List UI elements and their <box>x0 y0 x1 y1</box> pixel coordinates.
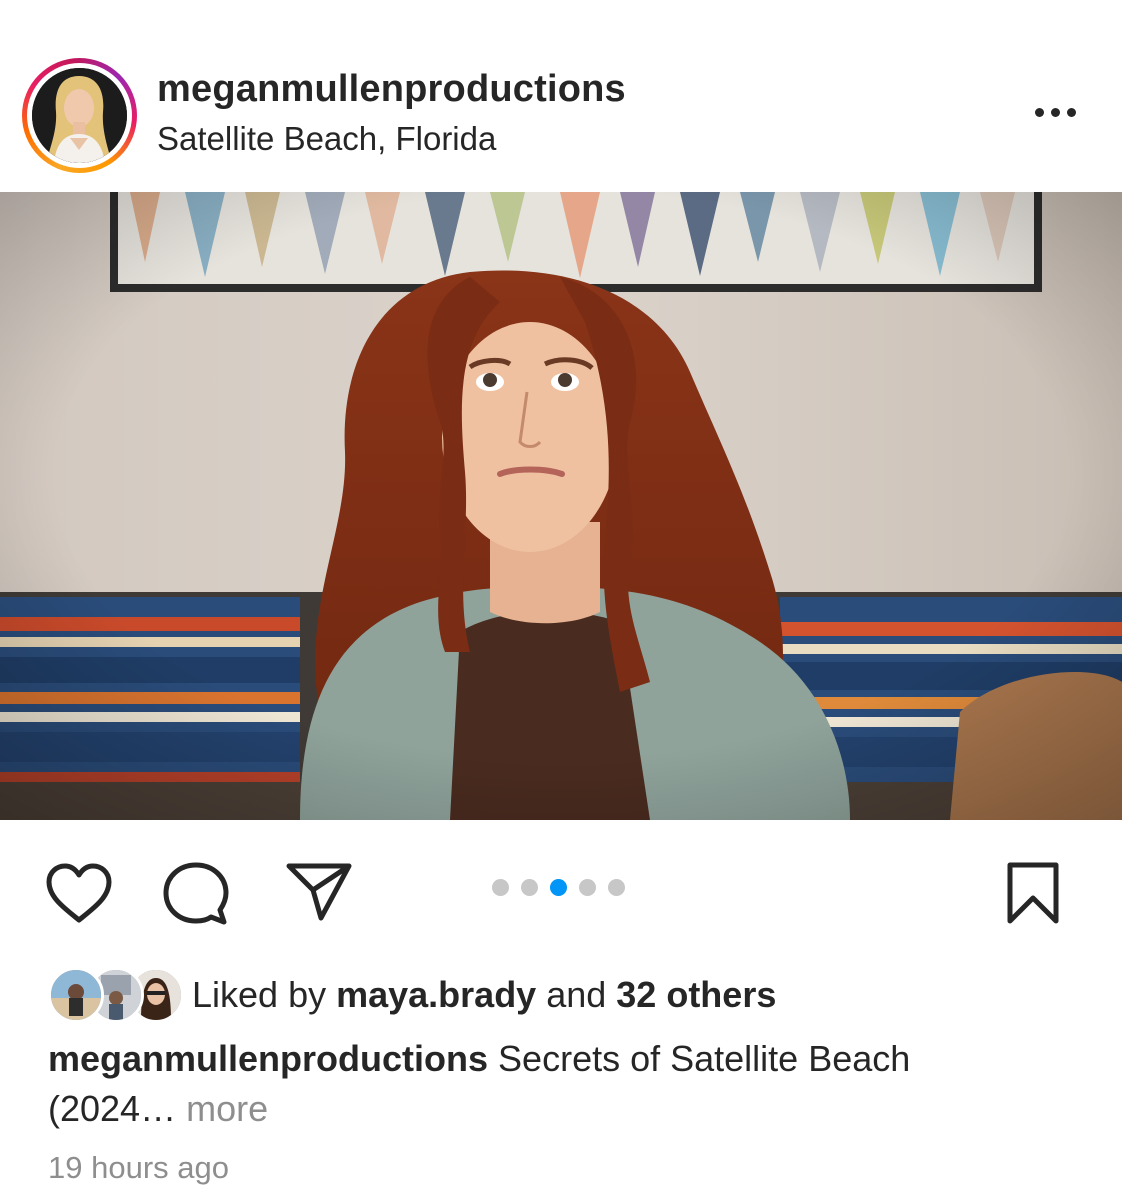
post-caption: meganmullenproductions Secrets of Satell… <box>48 1034 1088 1134</box>
carousel-dot <box>579 879 596 896</box>
story-avatar-ring[interactable] <box>22 58 137 173</box>
caption-more-link[interactable]: more <box>176 1088 268 1129</box>
post-timestamp: 19 hours ago <box>48 1150 229 1185</box>
carousel-dot <box>521 879 538 896</box>
caption-username[interactable]: meganmullenproductions <box>48 1038 488 1079</box>
avatar-image <box>32 68 127 163</box>
carousel-dot-active <box>550 879 567 896</box>
likes-count[interactable]: 32 others <box>616 974 776 1015</box>
post-photo <box>0 192 1122 820</box>
share-icon[interactable] <box>283 858 355 924</box>
likes-summary: Liked by maya.brady and 32 others <box>192 974 777 1015</box>
caption-text: Secrets of Satellite Beach <box>488 1038 911 1079</box>
carousel-dot <box>492 879 509 896</box>
caption-text-cont: (2024… <box>48 1088 177 1129</box>
liker-avatar <box>48 967 104 1023</box>
carousel-dot <box>608 879 625 896</box>
post-image[interactable] <box>0 192 1122 820</box>
more-icon <box>1034 107 1044 117</box>
heart-icon[interactable] <box>44 862 114 926</box>
post-header: meganmullenproductions Satellite Beach, … <box>0 0 1122 192</box>
instagram-post: meganmullenproductions Satellite Beach, … <box>0 0 1122 1200</box>
post-username[interactable]: meganmullenproductions <box>157 68 626 111</box>
more-options-button[interactable] <box>1020 92 1090 132</box>
carousel-indicator <box>492 879 625 896</box>
bookmark-icon[interactable] <box>1000 860 1066 926</box>
liker-username[interactable]: maya.brady <box>336 974 536 1015</box>
post-location[interactable]: Satellite Beach, Florida <box>157 120 496 158</box>
liker-avatars[interactable] <box>48 967 188 1023</box>
avatar <box>32 68 127 163</box>
comment-icon[interactable] <box>160 860 232 930</box>
